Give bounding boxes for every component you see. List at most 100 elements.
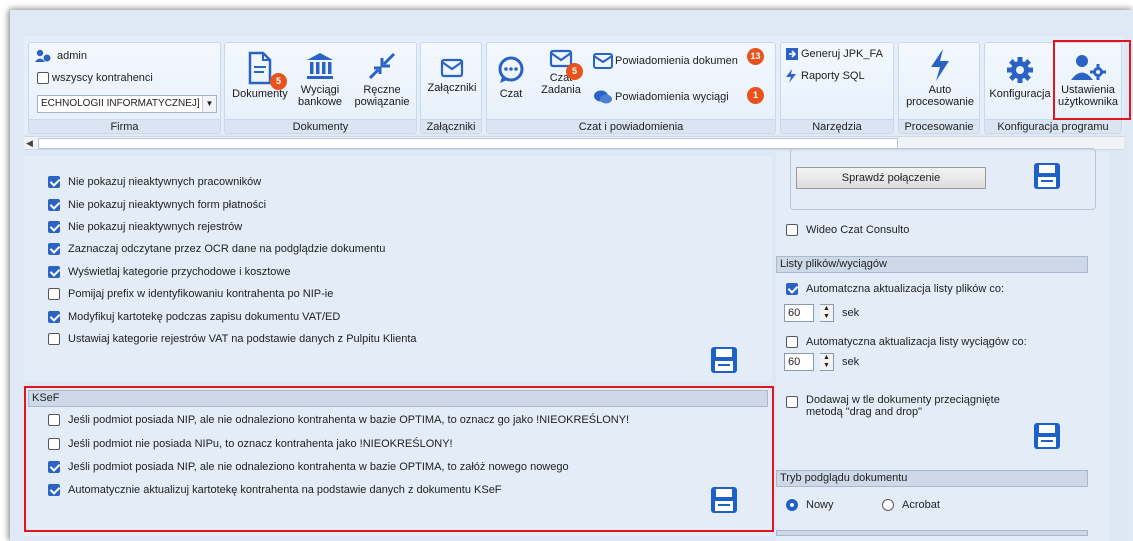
auto-files-label: Automatczna aktualizacja listy plików co…: [806, 283, 1005, 295]
group-firma: admin wszyscy kontrahenci ECHNOLOGII INF…: [28, 42, 221, 134]
configuration-button[interactable]: Konfiguracja: [987, 55, 1053, 100]
group-zalaczniki: Załączniki Załączniki: [420, 42, 482, 134]
option-checkbox[interactable]: [48, 311, 60, 323]
option-checkbox[interactable]: [48, 221, 60, 233]
company-select[interactable]: ECHNOLOGII INFORMATYCZNEJ] ▼: [37, 95, 217, 113]
gear-icon: [1007, 57, 1033, 83]
lightning-icon: [931, 49, 949, 81]
all-contractors-checkbox[interactable]: wszyscy kontrahenci: [37, 72, 153, 84]
chat-label: Czat: [499, 88, 523, 100]
stepper-arrows-icon[interactable]: ▲ ▼: [820, 353, 834, 371]
preview-new-radio[interactable]: Nowy: [786, 499, 834, 511]
bank-icon: [307, 53, 333, 79]
bank-statements-button[interactable]: Wyciągi bankowe: [293, 51, 347, 108]
preview-acrobat-radio[interactable]: Acrobat: [882, 499, 940, 511]
seconds-label: sek: [842, 356, 860, 368]
right-panel: Sprawdź połączenie Wideo Czat Consulto L…: [776, 148, 1110, 541]
group-label-zalaczniki: Załączniki: [421, 119, 481, 133]
option-checkbox[interactable]: [786, 336, 798, 348]
doc-notifications-button[interactable]: Powiadomienia dokumen: [593, 53, 738, 69]
option-checkbox[interactable]: [786, 396, 798, 408]
option-row[interactable]: Wyświetlaj kategorie przychodowe i koszt…: [48, 266, 290, 278]
option-checkbox[interactable]: [48, 288, 60, 300]
option-label: Pomijaj prefix w identyfikowaniu kontrah…: [68, 288, 334, 300]
drag-drop-option[interactable]: Dodawaj w tle dokumenty przeciągnięte me…: [786, 394, 1000, 418]
scroll-left-icon[interactable]: ◀: [26, 137, 33, 150]
radio-button[interactable]: [882, 499, 894, 511]
stepper-arrows-icon[interactable]: ▲ ▼: [820, 304, 834, 322]
save-icon[interactable]: [1033, 422, 1061, 450]
group-procesowanie: Auto procesowanie Procesowanie: [898, 42, 980, 134]
auto-files-option[interactable]: Automatczna aktualizacja listy plików co…: [786, 283, 1004, 295]
option-row[interactable]: Ustawiaj kategorie rejestrów VAT na pods…: [48, 333, 417, 345]
chat-bubble-icon: [498, 56, 524, 83]
bank-label-2: bankowe: [297, 96, 343, 108]
user-row[interactable]: admin: [35, 49, 87, 63]
check-connection-button[interactable]: Sprawdź połączenie: [796, 167, 986, 189]
group-label-procesowanie: Procesowanie: [899, 119, 979, 133]
auto-statements-stepper[interactable]: 60 ▲ ▼ sek: [784, 353, 859, 371]
documents-button[interactable]: Dokumenty 5: [229, 51, 291, 100]
option-row[interactable]: Zaznaczaj odczytane przez OCR dane na po…: [48, 243, 385, 255]
attachments-label: Załączniki: [427, 82, 477, 94]
user-name: admin: [57, 50, 87, 62]
video-chat-option[interactable]: Wideo Czat Consulto: [786, 224, 909, 236]
scroll-thumb[interactable]: [38, 138, 898, 149]
attachments-button[interactable]: Załączniki: [423, 57, 481, 94]
general-options-panel: Nie pokazuj nieaktywnych pracowników Nie…: [24, 156, 772, 382]
envelope-icon: [593, 53, 613, 69]
group-label-dokumenty: Dokumenty: [225, 119, 416, 133]
jpk-label: Generuj JPK_FA: [801, 48, 883, 60]
sql-reports-button[interactable]: Raporty SQL: [785, 69, 865, 83]
group-label-firma: Firma: [29, 119, 220, 133]
option-checkbox[interactable]: [48, 199, 60, 211]
manual-label-2: powiązanie: [354, 96, 410, 108]
save-icon[interactable]: [1033, 162, 1061, 190]
auto-statements-option[interactable]: Automatyczna aktualizacja listy wyciągów…: [786, 336, 1027, 348]
task-chat-button[interactable]: Czat Zadania 5: [535, 49, 587, 96]
radio-button[interactable]: [786, 499, 798, 511]
preview-new-label: Nowy: [806, 499, 834, 511]
option-row[interactable]: Nie pokazuj nieaktywnych form płatności: [48, 199, 266, 211]
stepper-value[interactable]: 60: [784, 353, 814, 371]
group-label-czat: Czat i powiadomienia: [487, 119, 775, 133]
export-icon: [786, 48, 798, 60]
option-label: Zaznaczaj odczytane przez OCR dane na po…: [68, 243, 386, 255]
chevron-down-icon[interactable]: ▼: [202, 96, 216, 112]
option-label: Ustawiaj kategorie rejestrów VAT na pods…: [68, 333, 417, 345]
preview-acrobat-label: Acrobat: [902, 499, 940, 511]
auto-processing-button[interactable]: Auto procesowanie: [901, 49, 979, 108]
settings-content: Nie pokazuj nieaktywnych pracowników Nie…: [24, 148, 1124, 541]
jpk-button[interactable]: Generuj JPK_FA: [785, 47, 883, 61]
highlight-ksef: [24, 386, 774, 532]
stepper-value[interactable]: 60: [784, 304, 814, 322]
auto-processing-label-1: Auto: [928, 84, 952, 96]
option-checkbox[interactable]: [786, 224, 798, 236]
doc-notifications-badge: 13: [747, 48, 764, 65]
option-label: Nie pokazuj nieaktywnych pracowników: [68, 176, 262, 188]
option-row[interactable]: Nie pokazuj nieaktywnych rejestrów: [48, 221, 242, 233]
lists-section-title: Listy plików/wyciągów: [776, 256, 1088, 273]
option-checkbox[interactable]: [786, 283, 798, 295]
auto-files-stepper[interactable]: 60 ▲ ▼ sek: [784, 304, 859, 322]
group-label-narzedzia: Narzędzia: [781, 119, 893, 133]
option-checkbox[interactable]: [48, 266, 60, 278]
save-icon[interactable]: [710, 346, 738, 374]
statement-notifications-button[interactable]: Powiadomienia wyciągi: [593, 89, 729, 105]
all-contractors-box[interactable]: [37, 72, 49, 84]
option-row[interactable]: Modyfikuj kartotekę podczas zapisu dokum…: [48, 311, 340, 323]
arrows-inward-icon: [368, 52, 396, 80]
option-row[interactable]: Pomijaj prefix w identyfikowaniu kontrah…: [48, 288, 333, 300]
option-checkbox[interactable]: [48, 333, 60, 345]
option-checkbox[interactable]: [48, 243, 60, 255]
auto-processing-label-2: procesowanie: [906, 96, 974, 108]
group-label-konfiguracja: Konfiguracja programu: [985, 119, 1121, 133]
chat-button[interactable]: Czat: [491, 55, 531, 100]
preview-section-title: Tryb podglądu dokumentu: [776, 470, 1088, 487]
drag-drop-label-2: metodą "drag and drop": [806, 406, 923, 418]
option-checkbox[interactable]: [48, 176, 60, 188]
manual-linking-button[interactable]: Ręczne powiązanie: [351, 51, 413, 108]
option-row[interactable]: Nie pokazuj nieaktywnych pracowników: [48, 176, 261, 188]
task-chat-badge: 5: [566, 63, 583, 80]
ribbon: admin wszyscy kontrahenci ECHNOLOGII INF…: [24, 36, 1124, 134]
